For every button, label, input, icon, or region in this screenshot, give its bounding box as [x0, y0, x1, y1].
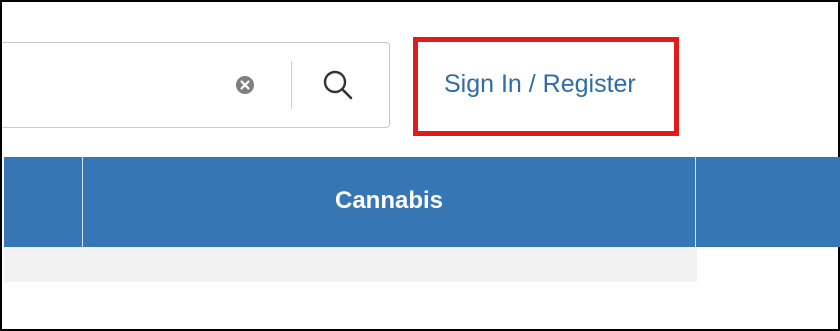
subnav-strip [4, 247, 697, 282]
close-circle-icon[interactable] [236, 76, 254, 94]
main-nav: Cannabis [4, 157, 840, 247]
page-frame: Sign In / Register Cannabis [0, 0, 840, 331]
search-input[interactable] [2, 43, 222, 127]
nav-item-label: Cannabis [334, 187, 444, 214]
search-button[interactable] [316, 63, 360, 107]
search-divider [291, 61, 292, 109]
search-box [2, 42, 390, 128]
nav-item-next[interactable] [696, 157, 840, 247]
nav-item-previous[interactable] [4, 157, 82, 247]
nav-item-cannabis[interactable]: Cannabis [83, 157, 695, 247]
sign-in-register-link[interactable]: Sign In / Register [444, 70, 636, 99]
magnifier-icon [323, 70, 353, 100]
